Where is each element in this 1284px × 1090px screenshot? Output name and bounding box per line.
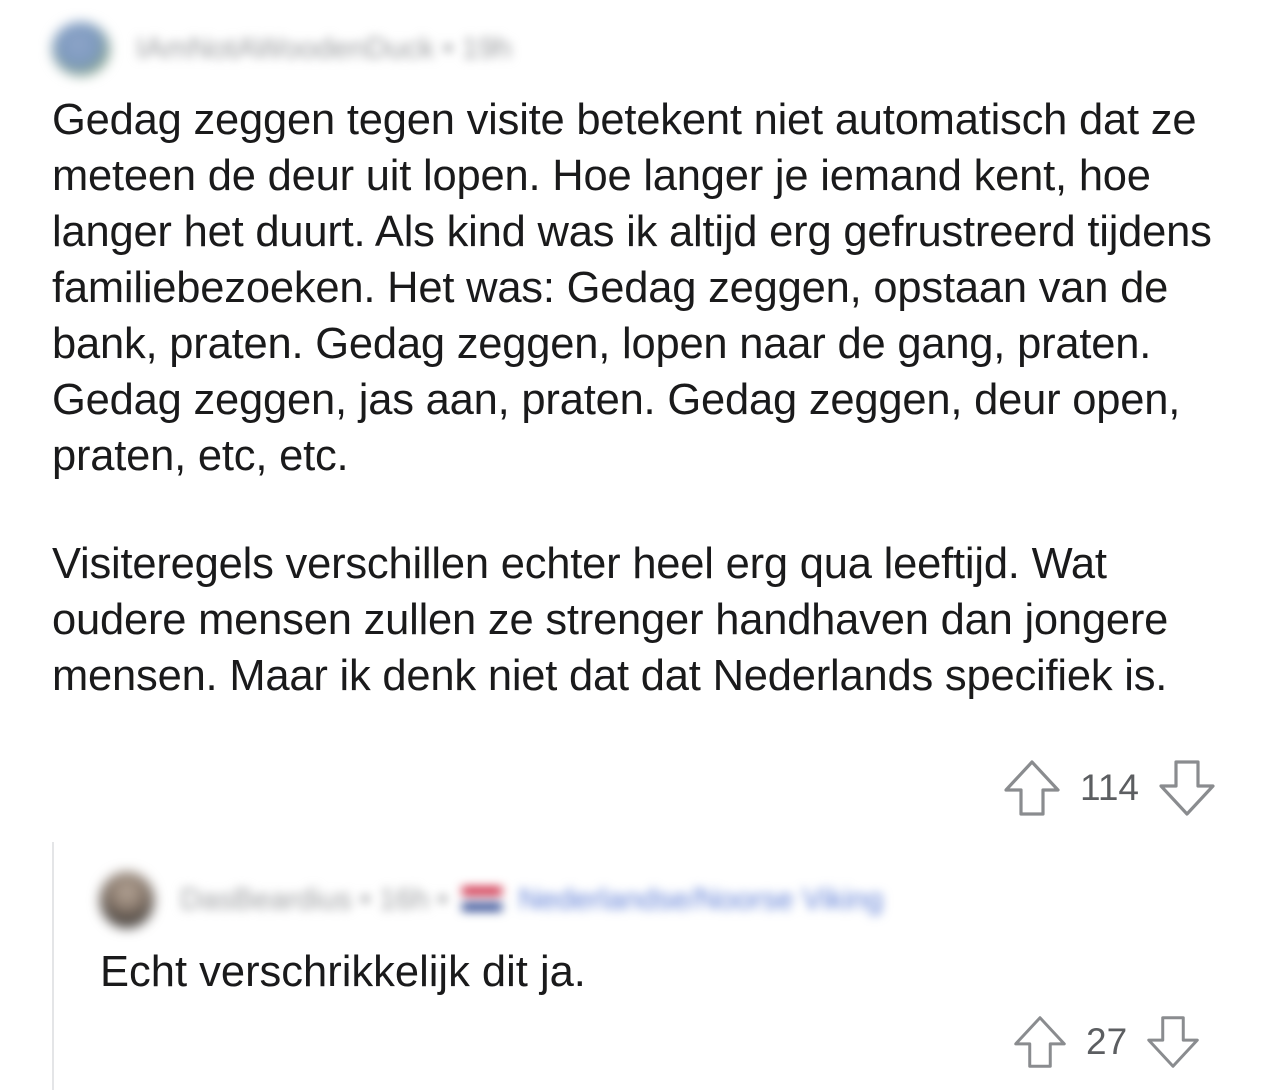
arrow-down-icon[interactable] [1145,1014,1201,1070]
meta-separator: • [437,883,448,916]
reply-meta: DasBeardius • 16h • Nederlandse/Noorse V… [100,872,883,928]
comment-paragraph: Gedag zeggen tegen visite betekent niet … [52,96,1212,480]
comment-age: 19h [461,32,512,65]
comment-meta-text: IAmNotAWoodenDuck • 19h [136,32,512,66]
reply-author[interactable]: DasBeardius [180,883,352,916]
vote-score: 114 [1080,767,1139,808]
meta-separator: • [360,883,371,916]
comment-body: Gedag zeggen tegen visite betekent niet … [52,92,1242,704]
thread-line[interactable] [52,842,54,1090]
arrow-up-icon[interactable] [1012,1014,1068,1070]
reply-age: 16h [378,883,430,916]
flag-icon [462,887,503,912]
user-flair: Nederlandse/Noorse Viking [518,883,884,916]
arrow-up-icon[interactable] [1002,758,1062,818]
meta-separator: • [442,32,454,65]
vote-score: 27 [1086,1021,1128,1062]
reply-body: Echt verschrikkelijk dit ja. [100,948,586,996]
comment-author[interactable]: IAmNotAWoodenDuck [136,32,434,65]
comment-meta: IAmNotAWoodenDuck • 19h [52,22,512,76]
reply-votes: 27 [1012,1014,1201,1070]
arrow-down-icon[interactable] [1157,758,1217,818]
avatar[interactable] [52,22,110,76]
reply-meta-text: DasBeardius • 16h • Nederlandse/Noorse V… [180,883,883,917]
avatar[interactable] [100,872,154,928]
comment-votes: 114 [1002,758,1217,818]
comment-paragraph: Visiteregels verschillen echter heel erg… [52,540,1169,700]
